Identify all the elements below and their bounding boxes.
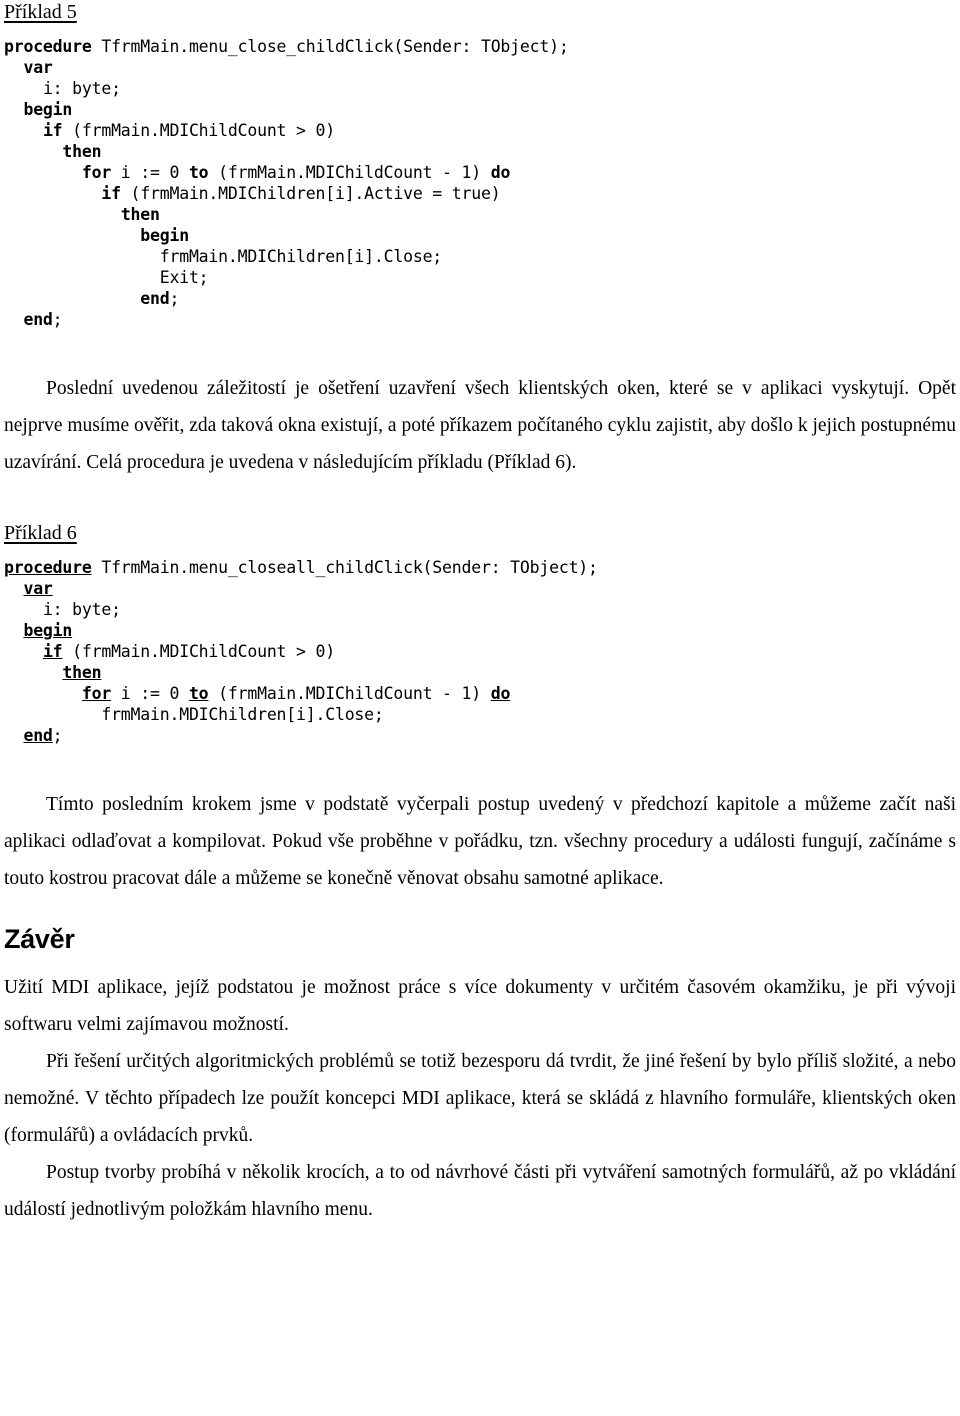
code-text: ; xyxy=(52,310,63,329)
code-block-example-5: procedure TfrmMain.menu_close_childClick… xyxy=(4,36,956,330)
code-line: for i := 0 to (frmMain.MDIChildCount - 1… xyxy=(4,162,956,183)
code-line: then xyxy=(4,204,956,225)
code-keyword: var xyxy=(23,579,53,598)
code-keyword: var xyxy=(23,58,53,77)
code-line: end; xyxy=(4,288,956,309)
code-line: Exit; xyxy=(4,267,956,288)
code-keyword: end xyxy=(23,310,53,329)
code-text: (frmMain.MDIChildCount - 1) xyxy=(208,684,491,703)
code-keyword: to xyxy=(188,684,209,703)
code-line: begin xyxy=(4,99,956,120)
code-text: frmMain.MDIChildren[i].Close; xyxy=(101,705,384,724)
code-keyword: begin xyxy=(140,226,189,245)
code-line: end; xyxy=(4,309,956,330)
code-text: (frmMain.MDIChildCount - 1) xyxy=(208,163,491,182)
paragraph-conclusion-1: Užití MDI aplikace, jejíž podstatou je m… xyxy=(4,977,956,1035)
code-block-example-6: procedure TfrmMain.menu_closeall_childCl… xyxy=(4,557,956,746)
code-line: end; xyxy=(4,725,956,746)
code-text: i: byte; xyxy=(42,600,121,619)
code-line: frmMain.MDIChildren[i].Close; xyxy=(4,246,956,267)
code-keyword: for xyxy=(81,684,112,703)
code-line: if (frmMain.MDIChildCount > 0) xyxy=(4,641,956,662)
code-text: (frmMain.MDIChildCount > 0) xyxy=(62,121,335,140)
code-text: TfrmMain.menu_closeall_childClick(Sender… xyxy=(91,558,598,577)
code-keyword: procedure xyxy=(4,558,92,577)
code-text: (frmMain.MDIChildren[i].Active = true) xyxy=(120,184,501,203)
code-keyword: do xyxy=(490,163,511,182)
code-line: var xyxy=(4,57,956,78)
code-keyword: if xyxy=(42,642,63,661)
code-line: begin xyxy=(4,620,956,641)
code-keyword: then xyxy=(62,663,102,682)
code-line: i: byte; xyxy=(4,78,956,99)
code-keyword: if xyxy=(42,121,63,140)
code-line: for i := 0 to (frmMain.MDIChildCount - 1… xyxy=(4,683,956,704)
paragraph-conclusion-3: Postup tvorby probíhá v několik krocích,… xyxy=(4,1162,956,1220)
code-keyword: procedure xyxy=(4,37,92,56)
code-text: i := 0 xyxy=(111,684,189,703)
code-line: then xyxy=(4,141,956,162)
code-text: ; xyxy=(169,289,180,308)
paragraph-conclusion-2: Při řešení určitých algoritmických probl… xyxy=(4,1051,956,1146)
code-keyword: for xyxy=(81,163,112,182)
code-line: procedure TfrmMain.menu_close_childClick… xyxy=(4,36,956,57)
code-line: procedure TfrmMain.menu_closeall_childCl… xyxy=(4,557,956,578)
document-page: Příklad 5 procedure TfrmMain.menu_close_… xyxy=(0,0,960,1416)
example-6-caption-wrap: Příklad 6 xyxy=(4,521,956,545)
code-keyword: begin xyxy=(23,100,73,119)
code-text: TfrmMain.menu_close_childClick(Sender: T… xyxy=(91,37,569,56)
code-text: Exit; xyxy=(159,268,209,287)
code-line: i: byte; xyxy=(4,599,956,620)
code-line: if (frmMain.MDIChildCount > 0) xyxy=(4,120,956,141)
code-line: begin xyxy=(4,225,956,246)
code-keyword: begin xyxy=(23,621,73,640)
code-keyword: do xyxy=(490,684,511,703)
code-keyword: then xyxy=(62,142,102,161)
code-text: frmMain.MDIChildren[i].Close; xyxy=(159,247,443,266)
code-text: (frmMain.MDIChildCount > 0) xyxy=(62,642,335,661)
code-keyword: then xyxy=(120,205,160,224)
code-text: i: byte; xyxy=(42,79,121,98)
code-line: if (frmMain.MDIChildren[i].Active = true… xyxy=(4,183,956,204)
conclusion-heading: Závěr xyxy=(4,924,75,954)
paragraph-last-item: Poslední uvedenou záležitostí je ošetřen… xyxy=(4,378,956,473)
example-6-caption: Příklad 6 xyxy=(4,522,77,544)
code-text: i := 0 xyxy=(111,163,189,182)
paragraph-summary: Tímto posledním krokem jsme v podstatě v… xyxy=(4,794,956,889)
code-keyword: if xyxy=(101,184,121,203)
code-line: then xyxy=(4,662,956,683)
code-line: var xyxy=(4,578,956,599)
code-keyword: to xyxy=(188,163,209,182)
code-keyword: end xyxy=(140,289,170,308)
example-5-caption-wrap: Příklad 5 xyxy=(4,0,956,24)
code-text: ; xyxy=(52,726,63,745)
code-line: frmMain.MDIChildren[i].Close; xyxy=(4,704,956,725)
example-5-caption: Příklad 5 xyxy=(4,1,77,23)
code-keyword: end xyxy=(23,726,53,745)
